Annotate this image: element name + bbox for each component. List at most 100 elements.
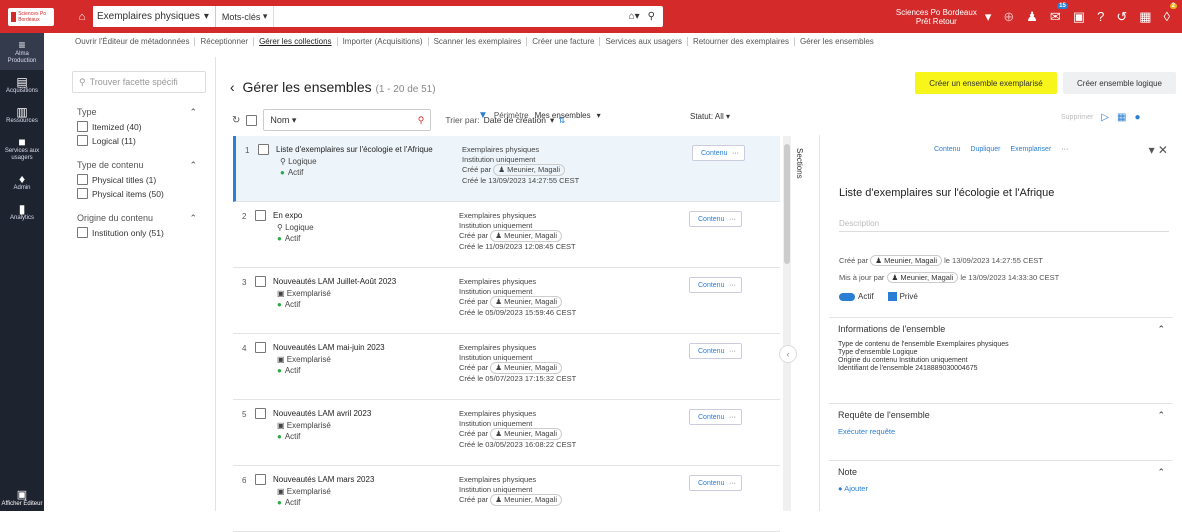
row-checkbox[interactable]	[255, 342, 266, 353]
list-item[interactable]: 2 En expo ⚲ Logique ● Actif Exemplaires p…	[233, 202, 780, 268]
nav-link[interactable]: Importer (Acquisitions)	[338, 37, 429, 46]
search-field-dropdown[interactable]: Mots-clés ▾	[216, 6, 275, 27]
list-scrollbar[interactable]	[783, 136, 791, 511]
grid-icon[interactable]: ▦	[1139, 9, 1151, 25]
recent-search-icon[interactable]: ⊕	[1003, 9, 1014, 25]
contents-button[interactable]: Contenu ···	[692, 145, 745, 161]
facet-option[interactable]: Physical titles (1)	[77, 174, 210, 185]
nav-link[interactable]: Gérer les collections	[254, 37, 338, 46]
chevron-up-icon[interactable]: ⌃	[189, 213, 197, 224]
tasks-icon[interactable]: ✉ 15	[1050, 2, 1068, 25]
facet-option[interactable]: Logical (11)	[77, 135, 210, 146]
sidebar-item-acquisitions[interactable]: ▤ Acquisitions	[0, 70, 44, 100]
back-icon[interactable]: ‹	[230, 79, 235, 95]
detail-contents-link[interactable]: Contenu	[934, 146, 960, 153]
advanced-search-icon[interactable]: ⌂▾	[629, 11, 640, 22]
scope-filter[interactable]: ▼ Périmètre Mes ensembles ▾	[478, 110, 601, 121]
search-scope-dropdown[interactable]: ⌂ Exemplaires physiques ▾	[71, 6, 216, 27]
contents-button[interactable]: Contenu ···	[689, 211, 742, 227]
contents-button[interactable]: Contenu ···	[689, 343, 742, 359]
announcements-icon[interactable]: ◊ 2	[1164, 3, 1177, 24]
collapse-panel-button[interactable]: ‹	[779, 345, 797, 363]
set-name[interactable]: Nouveautés LAM avril 2023	[273, 409, 443, 418]
set-name[interactable]: Nouveautés LAM mai-juin 2023	[273, 343, 443, 352]
row-checkbox[interactable]	[258, 144, 269, 155]
sidebar-item-user-services[interactable]: ■ Services aux usagers	[0, 130, 44, 167]
nav-link[interactable]: Scanner les exemplaires	[429, 37, 528, 46]
nav-link[interactable]: Services aux usagers	[600, 37, 688, 46]
sidebar-item-production[interactable]: ≡ Alma Production	[0, 33, 44, 70]
set-name[interactable]: En expo	[273, 211, 443, 220]
add-note-button[interactable]: ● Ajouter	[838, 484, 1173, 493]
note-section: Note ⌃ ● Ajouter	[829, 460, 1173, 493]
nav-link[interactable]: Ouvrir l'Éditeur de métadonnées	[70, 37, 196, 46]
create-logical-set-button[interactable]: Créer ensemble logique	[1063, 72, 1176, 94]
set-name[interactable]: Nouveautés LAM mars 2023	[273, 475, 443, 484]
sidebar-item-resources[interactable]: ▥ Ressources	[0, 100, 44, 130]
toggle-icon[interactable]: ●	[1134, 112, 1140, 123]
help-icon[interactable]: ?	[1097, 9, 1104, 24]
list-item[interactable]: 3 Nouveautés LAM Juillet-Août 2023 ▣ Exe…	[233, 268, 780, 334]
show-editor-button[interactable]: ▣ Afficher Éditeur	[0, 488, 44, 507]
chevron-down-icon[interactable]: ▾	[985, 9, 992, 25]
user-services-icon: ■	[18, 135, 26, 149]
user-icon[interactable]: ♟	[1026, 9, 1038, 25]
chevron-up-icon[interactable]: ⌃	[189, 107, 197, 118]
panel-divider[interactable]	[215, 57, 216, 511]
refresh-icon[interactable]: ↻	[232, 115, 240, 126]
chevron-up-icon[interactable]: ⌃	[1157, 410, 1165, 421]
list-item[interactable]: 5 Nouveautés LAM avril 2023 ▣ Exemplaris…	[233, 400, 780, 466]
close-icon[interactable]: ▾ ✕	[1149, 143, 1168, 157]
facet-option[interactable]: Itemized (40)	[77, 121, 210, 132]
institution-switcher[interactable]: Sciences Po Bordeaux Prêt Retour	[896, 8, 977, 26]
list-item[interactable]: 4 Nouveautés LAM mai-juin 2023 ▣ Exempla…	[233, 334, 780, 400]
status-filter[interactable]: Statut: All ▾	[690, 112, 730, 121]
facet-option[interactable]: Institution only (51)	[77, 227, 210, 238]
page-title: ‹ Gérer les ensembles (1 - 20 de 51)	[230, 79, 436, 95]
private-checkbox[interactable]: Privé	[887, 292, 918, 302]
grid-view-icon[interactable]: ▦	[1117, 112, 1126, 123]
facet-option[interactable]: Physical items (50)	[77, 188, 210, 199]
set-name[interactable]: Nouveautés LAM Juillet-Août 2023	[273, 277, 443, 286]
history-icon[interactable]: ↺	[1116, 9, 1127, 25]
name-search-input[interactable]: Nom ▾ ⚲	[263, 109, 432, 131]
duplicate-link[interactable]: Dupliquer	[970, 146, 1000, 153]
more-icon[interactable]: ···	[1061, 146, 1068, 153]
nav-link[interactable]: Réceptionner	[195, 37, 255, 46]
search-icon[interactable]: ⚲	[648, 11, 655, 22]
more-icon: ···	[729, 413, 736, 421]
nav-link[interactable]: Retourner des exemplaires	[688, 37, 795, 46]
more-icon: ···	[729, 347, 736, 355]
chevron-up-icon[interactable]: ⌃	[189, 160, 197, 171]
delete-button[interactable]: Supprimer	[1061, 114, 1093, 121]
chevron-up-icon[interactable]: ⌃	[1157, 467, 1165, 478]
row-checkbox[interactable]	[255, 210, 266, 221]
itemized-icon: ▣	[277, 289, 287, 298]
editor-icon: ▣	[16, 489, 28, 501]
facet-search-input[interactable]: ⚲ Trouver facette spécifi	[72, 71, 206, 93]
set-name[interactable]: Liste d'exemplaires sur l'écologie et l'…	[276, 145, 446, 154]
nav-link[interactable]: Créer une facture	[527, 37, 601, 46]
clipboard-icon[interactable]: ▣	[1073, 9, 1085, 25]
contents-button[interactable]: Contenu ···	[689, 475, 742, 491]
list-item[interactable]: 1 Liste d'exemplaires sur l'écologie et …	[233, 136, 780, 202]
sections-tab[interactable]: Sections	[795, 148, 804, 179]
chevron-up-icon[interactable]: ⌃	[1157, 324, 1165, 335]
run-query-link[interactable]: Exécuter requête	[838, 427, 1173, 436]
list-item[interactable]: 6 Nouveautés LAM mars 2023 ▣ Exemplarisé…	[233, 466, 780, 532]
export-icon[interactable]: ▷	[1101, 112, 1109, 123]
itemize-link[interactable]: Exemplariser	[1010, 146, 1051, 153]
contents-button[interactable]: Contenu ···	[689, 277, 742, 293]
row-checkbox[interactable]	[255, 408, 266, 419]
sidebar-item-analytics[interactable]: ▮ Analytics	[0, 197, 44, 227]
description-input[interactable]: Description	[839, 219, 1169, 232]
facet-group: Type de contenu ⌃ Physical titles (1) Phy…	[77, 160, 210, 199]
contents-button[interactable]: Contenu ···	[689, 409, 742, 425]
active-toggle[interactable]: Actif	[839, 292, 874, 301]
select-all-checkbox[interactable]	[246, 114, 258, 126]
create-item-set-button[interactable]: Créer un ensemble exemplarisé	[915, 72, 1057, 94]
sidebar-item-admin[interactable]: ♦ Admin	[0, 167, 44, 197]
row-checkbox[interactable]	[255, 474, 266, 485]
row-checkbox[interactable]	[255, 276, 266, 287]
nav-link[interactable]: Gérer les ensembles	[795, 37, 879, 46]
